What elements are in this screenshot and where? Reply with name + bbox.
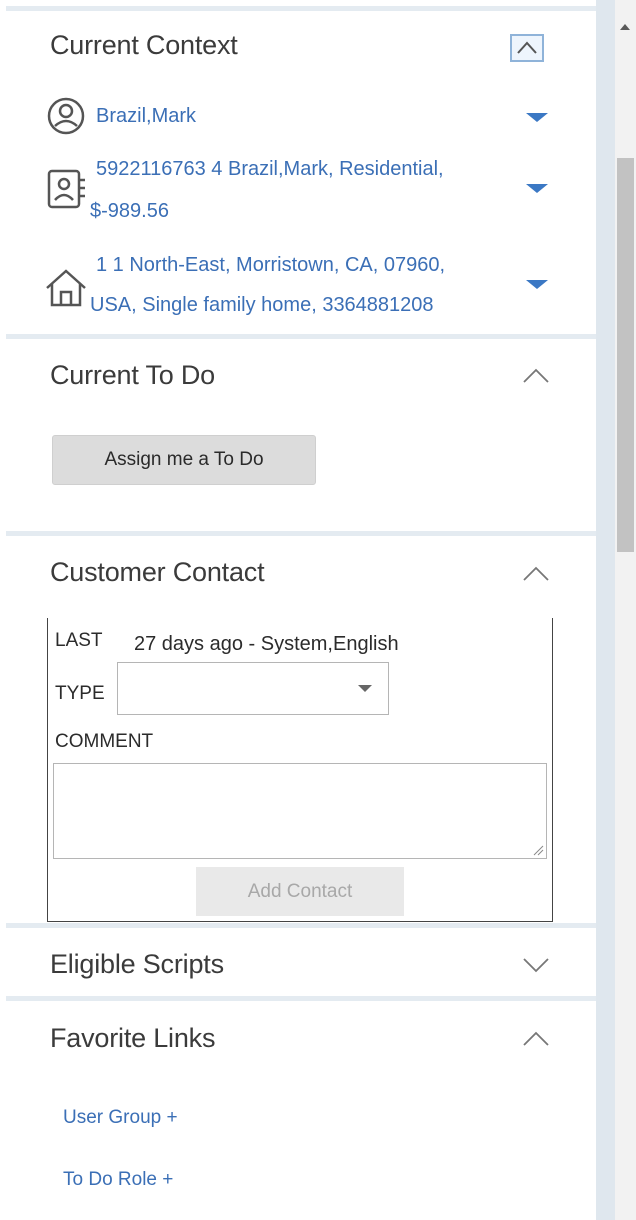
section-separator	[6, 996, 596, 1001]
expand-eligible-scripts-button[interactable]	[520, 953, 552, 977]
context-address-line2[interactable]: USA, Single family home, 3364881208	[90, 286, 434, 324]
chevron-up-icon	[523, 368, 549, 383]
collapse-customer-contact-button[interactable]	[520, 562, 552, 586]
section-title-eligible-scripts: Eligible Scripts	[50, 949, 224, 979]
context-account-line2[interactable]: $-989.56	[90, 192, 169, 230]
contact-card-icon	[47, 169, 85, 209]
favorite-link-user-group[interactable]: User Group +	[63, 1107, 178, 1129]
add-contact-button[interactable]: Add Contact	[196, 867, 404, 916]
comment-textarea[interactable]	[53, 763, 547, 859]
chevron-down-icon	[358, 685, 372, 692]
section-title-current-context: Current Context	[50, 30, 238, 60]
account-dropdown-caret[interactable]	[526, 184, 548, 193]
chevron-up-icon	[523, 566, 549, 581]
vertical-scrollbar[interactable]	[596, 0, 636, 1220]
collapse-current-context-button[interactable]	[510, 34, 544, 62]
section-separator	[6, 334, 596, 339]
section-separator	[6, 6, 596, 11]
person-dropdown-caret[interactable]	[526, 113, 548, 122]
scrollbar-thumb[interactable]	[617, 158, 634, 552]
section-title-favorite-links: Favorite Links	[50, 1023, 216, 1053]
address-dropdown-caret[interactable]	[526, 280, 548, 289]
comment-label: COMMENT	[55, 731, 154, 752]
type-select[interactable]	[117, 662, 389, 715]
last-contact-value[interactable]: 27 days ago - System,English	[134, 633, 399, 656]
section-title-current-todo: Current To Do	[50, 360, 215, 390]
person-icon	[47, 97, 85, 135]
section-separator	[6, 923, 596, 928]
context-person-link[interactable]: Brazil,Mark	[96, 97, 196, 135]
context-account-line1[interactable]: 5922116763 4 Brazil,Mark, Residential,	[96, 150, 444, 188]
home-icon	[46, 269, 86, 307]
chevron-down-icon	[523, 958, 549, 973]
assign-todo-button[interactable]: Assign me a To Do	[52, 435, 316, 485]
section-title-customer-contact: Customer Contact	[50, 557, 265, 587]
context-address-line1[interactable]: 1 1 North-East, Morristown, CA, 07960,	[96, 246, 445, 284]
last-label: LAST	[55, 630, 103, 651]
dashboard-panel: Current Context Brazil,Mark 5922116763 4…	[0, 0, 596, 1220]
resize-grip-icon[interactable]	[532, 844, 544, 856]
collapse-favorite-links-button[interactable]	[520, 1027, 552, 1051]
chevron-up-icon	[517, 41, 537, 54]
favorite-link-todo-role[interactable]: To Do Role +	[63, 1169, 173, 1191]
scroll-up-arrow-icon[interactable]	[620, 24, 630, 30]
section-separator	[6, 531, 596, 536]
type-label: TYPE	[55, 683, 105, 704]
collapse-current-todo-button[interactable]	[520, 364, 552, 388]
chevron-up-icon	[523, 1031, 549, 1046]
